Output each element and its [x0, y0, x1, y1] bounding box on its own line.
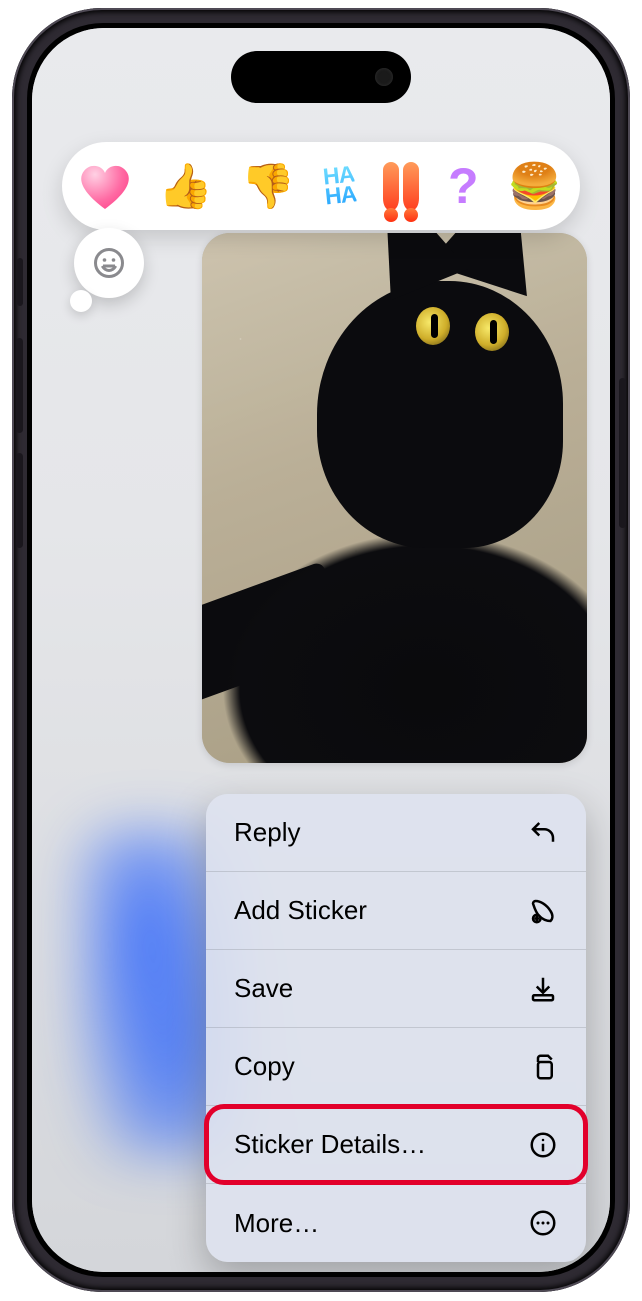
menu-item-more[interactable]: More… [206, 1184, 586, 1262]
iphone-frame: 👍 👎 HA HA ? 🍔 [12, 8, 630, 1292]
volume-up-button [16, 338, 23, 433]
haha-icon: HA HA [322, 165, 357, 207]
heart-icon [80, 163, 130, 209]
menu-label: More… [234, 1208, 319, 1239]
image-cat [202, 392, 587, 763]
more-icon [528, 1208, 558, 1238]
reply-icon [528, 818, 558, 848]
tapback-thumbs-down[interactable]: 👎 [241, 158, 296, 214]
tapback-exclaim[interactable] [383, 158, 419, 214]
menu-item-copy[interactable]: Copy [206, 1028, 586, 1106]
menu-item-reply[interactable]: Reply [206, 794, 586, 872]
thumbs-down-icon: 👎 [241, 160, 296, 212]
menu-label: Add Sticker [234, 895, 367, 926]
menu-item-add-sticker[interactable]: Add Sticker [206, 872, 586, 950]
context-menu: Reply Add Sticker Save [206, 794, 586, 1262]
menu-label: Sticker Details… [234, 1129, 426, 1160]
phone-bezel: 👍 👎 HA HA ? 🍔 [27, 23, 615, 1277]
tapback-sticker[interactable]: 🍔 [507, 158, 562, 214]
tapback-thumbs-up[interactable]: 👍 [158, 158, 213, 214]
tapback-bar: 👍 👎 HA HA ? 🍔 [62, 142, 580, 230]
tapback-question[interactable]: ? [447, 158, 479, 214]
copy-icon [528, 1052, 558, 1082]
dynamic-island [231, 51, 411, 103]
smiley-icon [91, 245, 127, 281]
power-button [619, 378, 626, 528]
menu-item-sticker-details[interactable]: Sticker Details… [206, 1106, 586, 1184]
screen: 👍 👎 HA HA ? 🍔 [32, 28, 610, 1272]
volume-down-button [16, 453, 23, 548]
save-icon [528, 974, 558, 1004]
info-icon [528, 1130, 558, 1160]
menu-label: Copy [234, 1051, 295, 1082]
thumbs-up-icon: 👍 [158, 160, 213, 212]
exclaim-icon [383, 162, 419, 210]
burger-sticker-icon: 🍔 [507, 160, 562, 212]
menu-label: Save [234, 973, 293, 1004]
add-sticker-icon [528, 896, 558, 926]
question-icon: ? [448, 157, 479, 215]
menu-label: Reply [234, 817, 300, 848]
tapback-heart[interactable] [80, 158, 130, 214]
message-image[interactable] [202, 233, 587, 763]
tapback-more-emoji-button[interactable] [74, 228, 144, 298]
silence-switch [17, 258, 23, 306]
tapback-haha[interactable]: HA HA [324, 158, 356, 214]
menu-item-save[interactable]: Save [206, 950, 586, 1028]
